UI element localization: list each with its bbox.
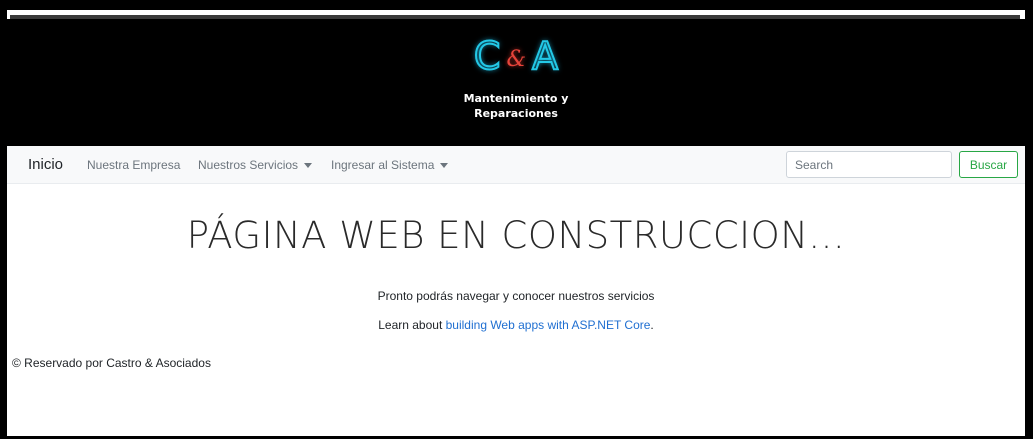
nav-brand-inicio[interactable]: Inicio	[28, 156, 63, 173]
logo-ampersand: &	[506, 46, 527, 72]
logo-letter-a: A	[531, 33, 559, 79]
navbar: Inicio Nuestra Empresa Nuestros Servicio…	[7, 146, 1025, 184]
nav-item-label: Nuestros Servicios	[198, 158, 299, 172]
caret-down-icon	[304, 163, 313, 169]
lead-text: Pronto podrás navegar y conocer nuestros…	[377, 289, 655, 303]
nav-item-ingresar-sistema[interactable]: Ingresar al Sistema	[331, 158, 449, 172]
nav-item-nuestra-empresa[interactable]: Nuestra Empresa	[87, 158, 180, 172]
nav-item-nuestros-servicios[interactable]: Nuestros Servicios	[198, 158, 313, 172]
footer-text: © Reservado por Castro & Asociados	[12, 356, 211, 370]
caret-down-icon	[440, 163, 449, 169]
nav-item-label: Nuestra Empresa	[87, 158, 181, 172]
header-banner: C & A Mantenimiento y Reparaciones	[7, 19, 1025, 146]
search-input[interactable]	[786, 151, 952, 178]
nav-item-label: Ingresar al Sistema	[331, 158, 435, 172]
aspnet-link[interactable]: building Web apps with ASP.NET Core	[446, 318, 651, 332]
learn-suffix: .	[650, 318, 654, 332]
tagline: Mantenimiento y Reparaciones	[7, 91, 1025, 121]
tagline-line-1: Mantenimiento y	[463, 92, 569, 105]
page-heading: PÁGINA WEB EN CONSTRUCCION...	[186, 214, 846, 257]
learn-prefix: Learn about	[378, 318, 446, 332]
logo-letter-c: C	[473, 33, 502, 79]
search-button[interactable]: Buscar	[959, 151, 1018, 178]
logo[interactable]: C & A	[7, 33, 1025, 79]
learn-paragraph: Learn about building Web apps with ASP.N…	[7, 318, 1025, 332]
tagline-line-2: Reparaciones	[474, 107, 558, 120]
